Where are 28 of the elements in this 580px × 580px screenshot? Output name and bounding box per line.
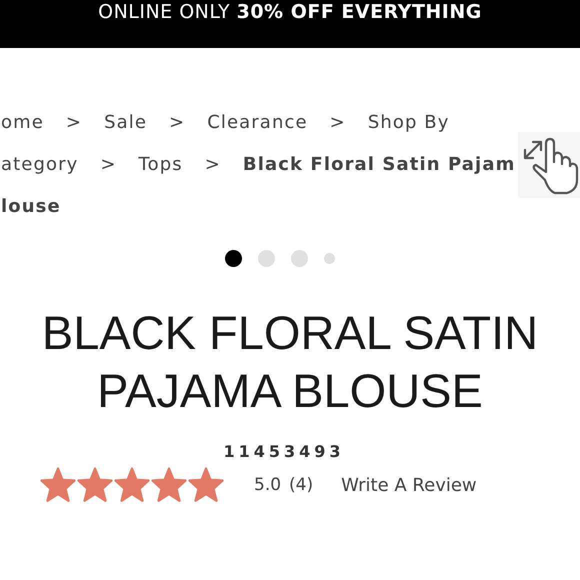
promo-text: ONLINE ONLY 30% OFF EVERYTHING	[98, 1, 482, 23]
product-sku: 11453493	[222, 442, 346, 461]
breadcrumb-current: louse	[1, 196, 61, 217]
star-icon	[77, 467, 113, 503]
breadcrumb-separator: >	[169, 112, 186, 133]
write-review-link[interactable]: Write A Review	[341, 474, 477, 496]
carousel-dot[interactable]	[291, 250, 308, 266]
star-icon	[188, 467, 224, 503]
star-icon	[40, 467, 76, 503]
breadcrumb-separator: >	[330, 112, 346, 133]
breadcrumb-link[interactable]: Shop By	[368, 112, 450, 133]
breadcrumb-current: Black Floral Satin Pajam	[242, 154, 516, 175]
rating-score: 5.0	[254, 475, 282, 495]
breadcrumb-link[interactable]: Sale	[104, 112, 148, 133]
breadcrumb-link[interactable]: Tops	[138, 154, 183, 175]
carousel-dot[interactable]	[324, 252, 335, 264]
star-icon	[151, 467, 187, 503]
star-icon	[114, 467, 150, 503]
breadcrumb-separator: >	[204, 154, 221, 175]
carousel-dot[interactable]	[225, 250, 242, 266]
breadcrumb-link[interactable]: Clearance	[207, 112, 308, 133]
carousel-dot[interactable]	[258, 250, 275, 266]
breadcrumb-link[interactable]: ome	[1, 112, 44, 133]
product-title: BLACK FLORAL SATIN PAJAMA BLOUSE	[40, 305, 540, 419]
breadcrumb-link[interactable]: ategory	[1, 154, 78, 175]
breadcrumb-separator: >	[66, 112, 82, 133]
review-count: (4)	[289, 475, 314, 495]
breadcrumb-separator: >	[100, 154, 117, 175]
